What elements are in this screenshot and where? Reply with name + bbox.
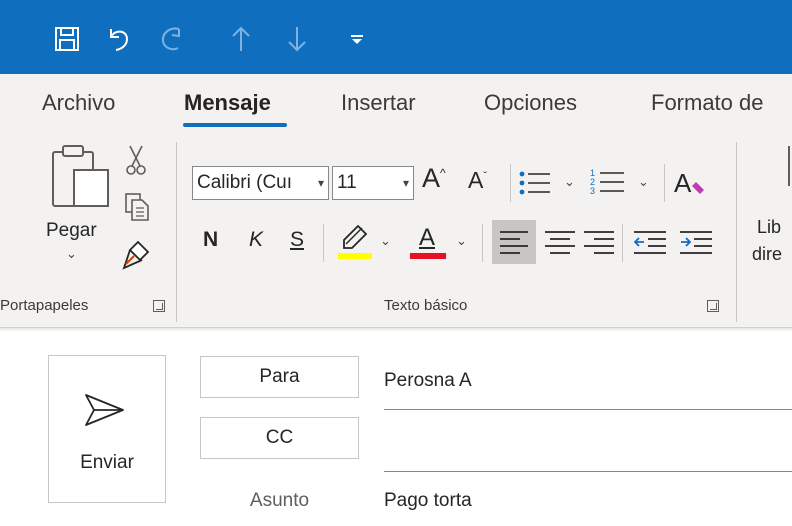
numbering-icon[interactable]: 1 2 3 (590, 166, 626, 198)
next-group-label-line2[interactable]: dire (752, 244, 782, 265)
subject-field[interactable]: Pago torta (384, 490, 472, 512)
paste-button[interactable]: Pegar ⌄ (46, 142, 116, 272)
bullets-icon[interactable] (518, 168, 552, 198)
tab-opciones[interactable]: Opciones (484, 90, 577, 116)
send-button[interactable]: Enviar (48, 355, 166, 503)
underline-button[interactable]: S (290, 228, 304, 252)
next-group-label-line1[interactable]: Lib (757, 217, 781, 238)
align-left-button[interactable] (492, 220, 536, 264)
group-separator (176, 142, 177, 322)
redo-icon[interactable] (156, 22, 186, 56)
align-left-icon (500, 231, 528, 254)
italic-button[interactable]: K (249, 228, 263, 252)
numbering-chevron-down-icon[interactable]: ⌄ (638, 174, 649, 190)
basic-text-launcher-icon[interactable] (707, 300, 719, 312)
group-separator (736, 142, 737, 322)
font-color-letter-icon: A (419, 224, 436, 251)
tab-formato[interactable]: Formato de (651, 90, 764, 116)
highlight-button[interactable] (338, 222, 372, 260)
shrink-font-icon[interactable]: Aˇ (468, 167, 487, 194)
font-name-chevron-down-icon[interactable]: ▾ (318, 176, 324, 190)
paste-label: Pegar (46, 220, 97, 241)
font-color-chevron-down-icon[interactable]: ⌄ (456, 233, 467, 249)
next-group-icon (788, 146, 790, 186)
inline-separator (482, 224, 483, 262)
font-size-combo[interactable]: 11 ▾ (332, 166, 414, 200)
grow-font-icon[interactable]: A^ (422, 163, 446, 194)
quick-access-toolbar (0, 0, 792, 74)
svg-text:A: A (674, 168, 692, 198)
active-tab-indicator (183, 123, 287, 127)
tab-archivo[interactable]: Archivo (42, 90, 115, 116)
clipboard-group-label: Portapapeles (0, 297, 89, 314)
basic-text-group-label: Texto básico (384, 297, 468, 314)
send-icon (85, 394, 124, 426)
save-icon[interactable] (52, 22, 82, 56)
cc-button[interactable]: CC (200, 417, 359, 459)
highlight-chevron-down-icon[interactable]: ⌄ (380, 233, 391, 249)
inline-separator (510, 164, 511, 202)
clear-formatting-icon[interactable]: A (674, 166, 710, 198)
move-down-icon[interactable] (282, 22, 312, 56)
undo-icon[interactable] (104, 22, 134, 56)
font-name-combo[interactable]: Calibri (Cuı ▾ (192, 166, 329, 200)
paste-icon (52, 145, 109, 207)
to-label: Para (259, 366, 300, 387)
subject-label: Asunto (249, 490, 310, 511)
bold-button[interactable]: N (203, 228, 218, 252)
cc-label: CC (265, 427, 294, 448)
font-color-button[interactable]: A (410, 222, 446, 260)
ribbon-shadow (0, 328, 792, 332)
font-name-value: Calibri (Cuı (197, 172, 293, 193)
send-label: Enviar (80, 452, 134, 473)
font-color-bar (410, 253, 446, 259)
highlighter-icon (343, 224, 368, 249)
inline-separator (664, 164, 665, 202)
inline-separator (323, 224, 324, 262)
decrease-indent-icon[interactable] (634, 230, 666, 254)
ribbon-tabs: Archivo Mensaje Insertar Opciones Format… (0, 74, 792, 136)
to-button[interactable]: Para (200, 356, 359, 398)
inline-separator (622, 224, 623, 262)
customize-icon[interactable] (342, 22, 372, 56)
tab-mensaje[interactable]: Mensaje (184, 90, 271, 116)
paste-chevron-down-icon[interactable]: ⌄ (66, 246, 77, 262)
to-field-underline (384, 409, 792, 410)
highlight-color-bar (338, 253, 372, 259)
tab-insertar[interactable]: Insertar (341, 90, 416, 116)
align-right-icon[interactable] (584, 230, 614, 254)
to-field[interactable]: Perosna A (384, 370, 472, 392)
cut-icon[interactable] (124, 144, 148, 176)
svg-text:3: 3 (590, 186, 595, 196)
font-size-value: 11 (337, 172, 357, 193)
format-painter-icon[interactable] (120, 238, 152, 272)
align-center-icon[interactable] (545, 230, 575, 254)
bullets-chevron-down-icon[interactable]: ⌄ (564, 174, 575, 190)
increase-indent-icon[interactable] (680, 230, 712, 254)
font-size-chevron-down-icon[interactable]: ▾ (403, 176, 409, 190)
copy-icon[interactable] (124, 192, 150, 222)
cc-field-underline (384, 471, 792, 472)
move-up-icon[interactable] (226, 22, 256, 56)
clipboard-launcher-icon[interactable] (153, 300, 165, 312)
